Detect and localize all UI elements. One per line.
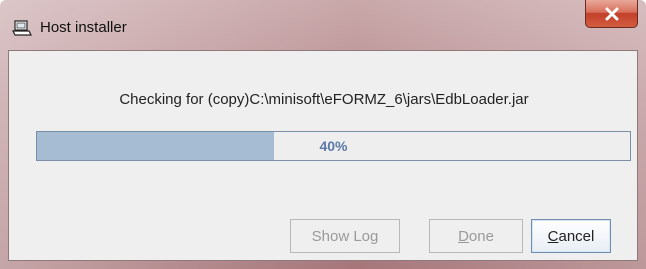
show-log-label: Show Log	[311, 227, 379, 245]
cancel-label: ancel	[558, 227, 595, 245]
close-button[interactable]	[585, 0, 638, 28]
window-title: Host installer	[40, 19, 127, 36]
close-icon	[604, 7, 620, 21]
installer-icon	[12, 19, 32, 37]
done-button[interactable]: Done	[429, 219, 523, 253]
done-label: one	[468, 227, 494, 245]
progress-label: 40%	[319, 138, 348, 154]
installer-window: Host installer Checking for (copy)C:\min…	[0, 0, 646, 269]
title-bar[interactable]: Host installer	[0, 0, 646, 50]
cancel-mnemonic: C	[547, 227, 559, 245]
done-mnemonic: D	[458, 227, 469, 245]
progress-bar: 40%	[36, 131, 631, 161]
status-message: Checking for (copy)C:\minisoft\eFORMZ_6\…	[119, 91, 529, 108]
cancel-button[interactable]: Cancel	[531, 219, 611, 253]
show-log-button[interactable]: Show Log	[290, 219, 400, 253]
dialog-content: Checking for (copy)C:\minisoft\eFORMZ_6\…	[8, 50, 638, 261]
